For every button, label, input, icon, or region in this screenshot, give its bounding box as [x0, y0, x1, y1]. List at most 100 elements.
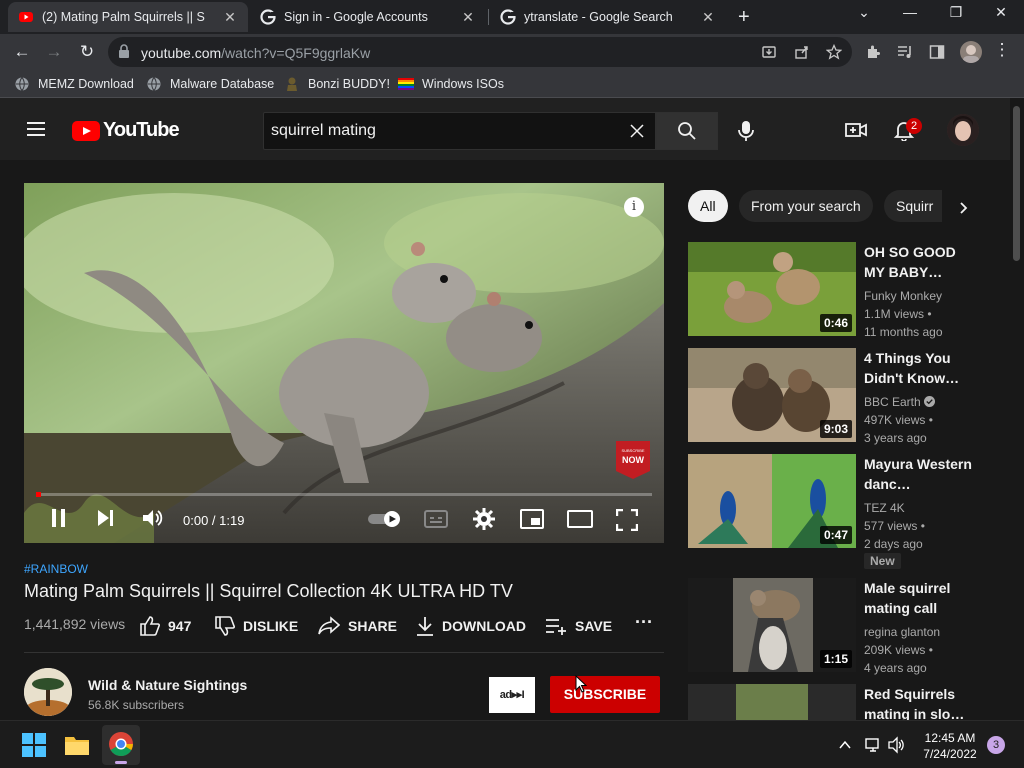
video-thumbnail[interactable]: 9:03: [688, 348, 856, 442]
verified-check-icon: [924, 396, 936, 407]
new-tab-icon[interactable]: +: [738, 6, 750, 29]
download-button[interactable]: DOWNLOAD: [416, 616, 526, 636]
side-panel-icon[interactable]: [929, 44, 945, 60]
video-thumbnail[interactable]: 0:46: [688, 242, 856, 336]
bookmark-malware-database[interactable]: Malware Database: [146, 76, 274, 92]
minimize-icon[interactable]: —: [895, 4, 925, 20]
recommended-channel[interactable]: regina glanton: [864, 623, 940, 641]
close-window-icon[interactable]: ✕: [986, 4, 1016, 21]
share-button[interactable]: SHARE: [318, 616, 397, 636]
search-button[interactable]: [656, 112, 718, 150]
recommended-title[interactable]: OH SO GOOD MY BABY…: [864, 242, 974, 282]
video-thumbnail[interactable]: 0:47: [688, 454, 856, 548]
recommended-channel[interactable]: Funky Monkey: [864, 287, 943, 305]
scrollbar-thumb[interactable]: [1013, 106, 1020, 261]
media-control-icon[interactable]: [897, 44, 913, 60]
video-thumbnail[interactable]: [688, 684, 856, 720]
recommended-video[interactable]: 9:03 4 Things You Didn't Know… BBC Earth…: [688, 348, 978, 445]
chevron-right-icon[interactable]: [955, 200, 971, 216]
save-button[interactable]: SAVE: [545, 616, 612, 636]
recommended-video[interactable]: 1:15 Male squirrel mating call regina gl…: [688, 578, 978, 675]
address-bar[interactable]: youtube.com/watch?v=Q5F9ggrlaKw: [108, 37, 852, 67]
progress-scrubber[interactable]: [36, 492, 41, 497]
profile-avatar[interactable]: [960, 41, 982, 63]
subscribe-button[interactable]: SUBSCRIBE: [550, 676, 660, 713]
bookmark-label: Bonzi BUDDY!: [308, 77, 390, 91]
chip-from-your-search[interactable]: From your search: [739, 190, 873, 222]
recommended-video[interactable]: 0:46 OH SO GOOD MY BABY… Funky Monkey 1.…: [688, 242, 978, 339]
account-avatar[interactable]: [947, 114, 979, 146]
show-hidden-icons-chevron-icon[interactable]: [838, 738, 852, 752]
subscribe-now-ribbon[interactable]: SUBSCRIBE NOW: [616, 441, 650, 479]
recommended-channel[interactable]: TEZ 4K: [864, 499, 925, 517]
google-favicon-icon: [500, 9, 516, 25]
skip-ad-extension-button[interactable]: ad▸▸I: [489, 677, 535, 713]
channel-name[interactable]: Wild & Nature Sightings: [88, 677, 247, 693]
share-page-icon[interactable]: [794, 44, 810, 60]
recommended-video[interactable]: Red Squirrels mating in slo…: [688, 684, 978, 720]
channel-avatar[interactable]: [24, 668, 72, 716]
close-tab-icon[interactable]: ✕: [222, 9, 238, 26]
next-video-icon[interactable]: [96, 508, 116, 528]
progress-bar[interactable]: [36, 492, 652, 497]
like-button[interactable]: 947: [140, 616, 191, 636]
mouse-cursor-icon: [575, 675, 587, 693]
chrome-menu-icon[interactable]: ⋮: [991, 40, 1013, 60]
volume-tray-icon[interactable]: [888, 736, 906, 754]
bookmark-star-icon[interactable]: [826, 44, 842, 60]
reload-icon[interactable]: ↻: [76, 42, 98, 62]
network-icon[interactable]: [864, 736, 882, 754]
volume-icon[interactable]: [142, 508, 164, 528]
bookmark-windows-isos[interactable]: Windows ISOs: [398, 76, 504, 92]
extensions-icon[interactable]: [865, 44, 881, 60]
video-hashtag-link[interactable]: #RAINBOW: [24, 562, 88, 576]
page-scrollbar[interactable]: [1010, 98, 1024, 720]
chrome-taskbar-active[interactable]: [102, 725, 140, 765]
autoplay-toggle-icon[interactable]: [368, 510, 404, 528]
notification-center-badge[interactable]: 3: [987, 736, 1005, 754]
recommended-title[interactable]: Male squirrel mating call: [864, 578, 974, 618]
menu-icon[interactable]: [27, 122, 45, 136]
tab-google-search[interactable]: ytranslate - Google Search ✕: [490, 2, 726, 32]
dislike-button[interactable]: DISLIKE: [215, 616, 298, 636]
close-tab-icon[interactable]: ✕: [460, 9, 476, 26]
video-info-icon[interactable]: i: [624, 197, 644, 217]
recommended-title[interactable]: Mayura Western danc…: [864, 454, 974, 494]
tab-search-chevron-icon[interactable]: ⌄: [849, 4, 879, 21]
tab-google-accounts[interactable]: Sign in - Google Accounts ✕: [250, 2, 486, 32]
file-explorer-icon[interactable]: [63, 731, 91, 759]
recommended-title[interactable]: 4 Things You Didn't Know…: [864, 348, 974, 388]
settings-gear-icon[interactable]: [473, 508, 495, 530]
search-input[interactable]: squirrel mating: [263, 112, 656, 150]
globe-icon: [147, 77, 161, 91]
bookmark-memz[interactable]: MEMZ Download: [14, 76, 134, 92]
subscribe-ribbon-small-text: SUBSCRIBE: [621, 448, 644, 453]
recommended-views: 577 views •: [864, 519, 925, 533]
windows-start-icon[interactable]: [20, 731, 48, 759]
close-tab-icon[interactable]: ✕: [700, 9, 716, 26]
back-icon[interactable]: ←: [11, 42, 33, 62]
recommended-video[interactable]: 0:47 Mayura Western danc… TEZ 4K 577 vie…: [688, 454, 978, 574]
microphone-icon[interactable]: [736, 120, 756, 142]
restore-icon[interactable]: ❐: [941, 4, 971, 21]
subtitles-icon[interactable]: [424, 510, 448, 528]
forward-icon[interactable]: →: [43, 42, 65, 62]
create-video-icon[interactable]: [845, 119, 867, 141]
youtube-logo[interactable]: YouTube: [72, 119, 180, 142]
install-app-icon[interactable]: [761, 44, 777, 60]
chip-squirrels[interactable]: Squirr: [884, 190, 942, 222]
more-actions-icon[interactable]: ···: [635, 612, 653, 633]
miniplayer-icon[interactable]: [520, 509, 544, 529]
recommended-channel[interactable]: BBC Earth: [864, 395, 921, 409]
system-clock[interactable]: 12:45 AM 7/24/2022: [915, 730, 985, 762]
pause-icon[interactable]: [50, 508, 68, 528]
video-thumbnail[interactable]: 1:15: [688, 578, 856, 672]
chip-all[interactable]: All: [688, 190, 728, 222]
fullscreen-icon[interactable]: [616, 509, 638, 531]
clear-search-icon[interactable]: [629, 123, 645, 139]
theater-mode-icon[interactable]: [567, 510, 593, 528]
tab-youtube[interactable]: (2) Mating Palm Squirrels || S ✕: [8, 2, 248, 32]
recommended-title[interactable]: Red Squirrels mating in slo…: [864, 684, 974, 720]
video-player[interactable]: i SUBSCRIBE NOW 0:00 / 1:19: [24, 183, 664, 543]
bookmark-bonzi-buddy[interactable]: Bonzi BUDDY!: [284, 76, 390, 92]
